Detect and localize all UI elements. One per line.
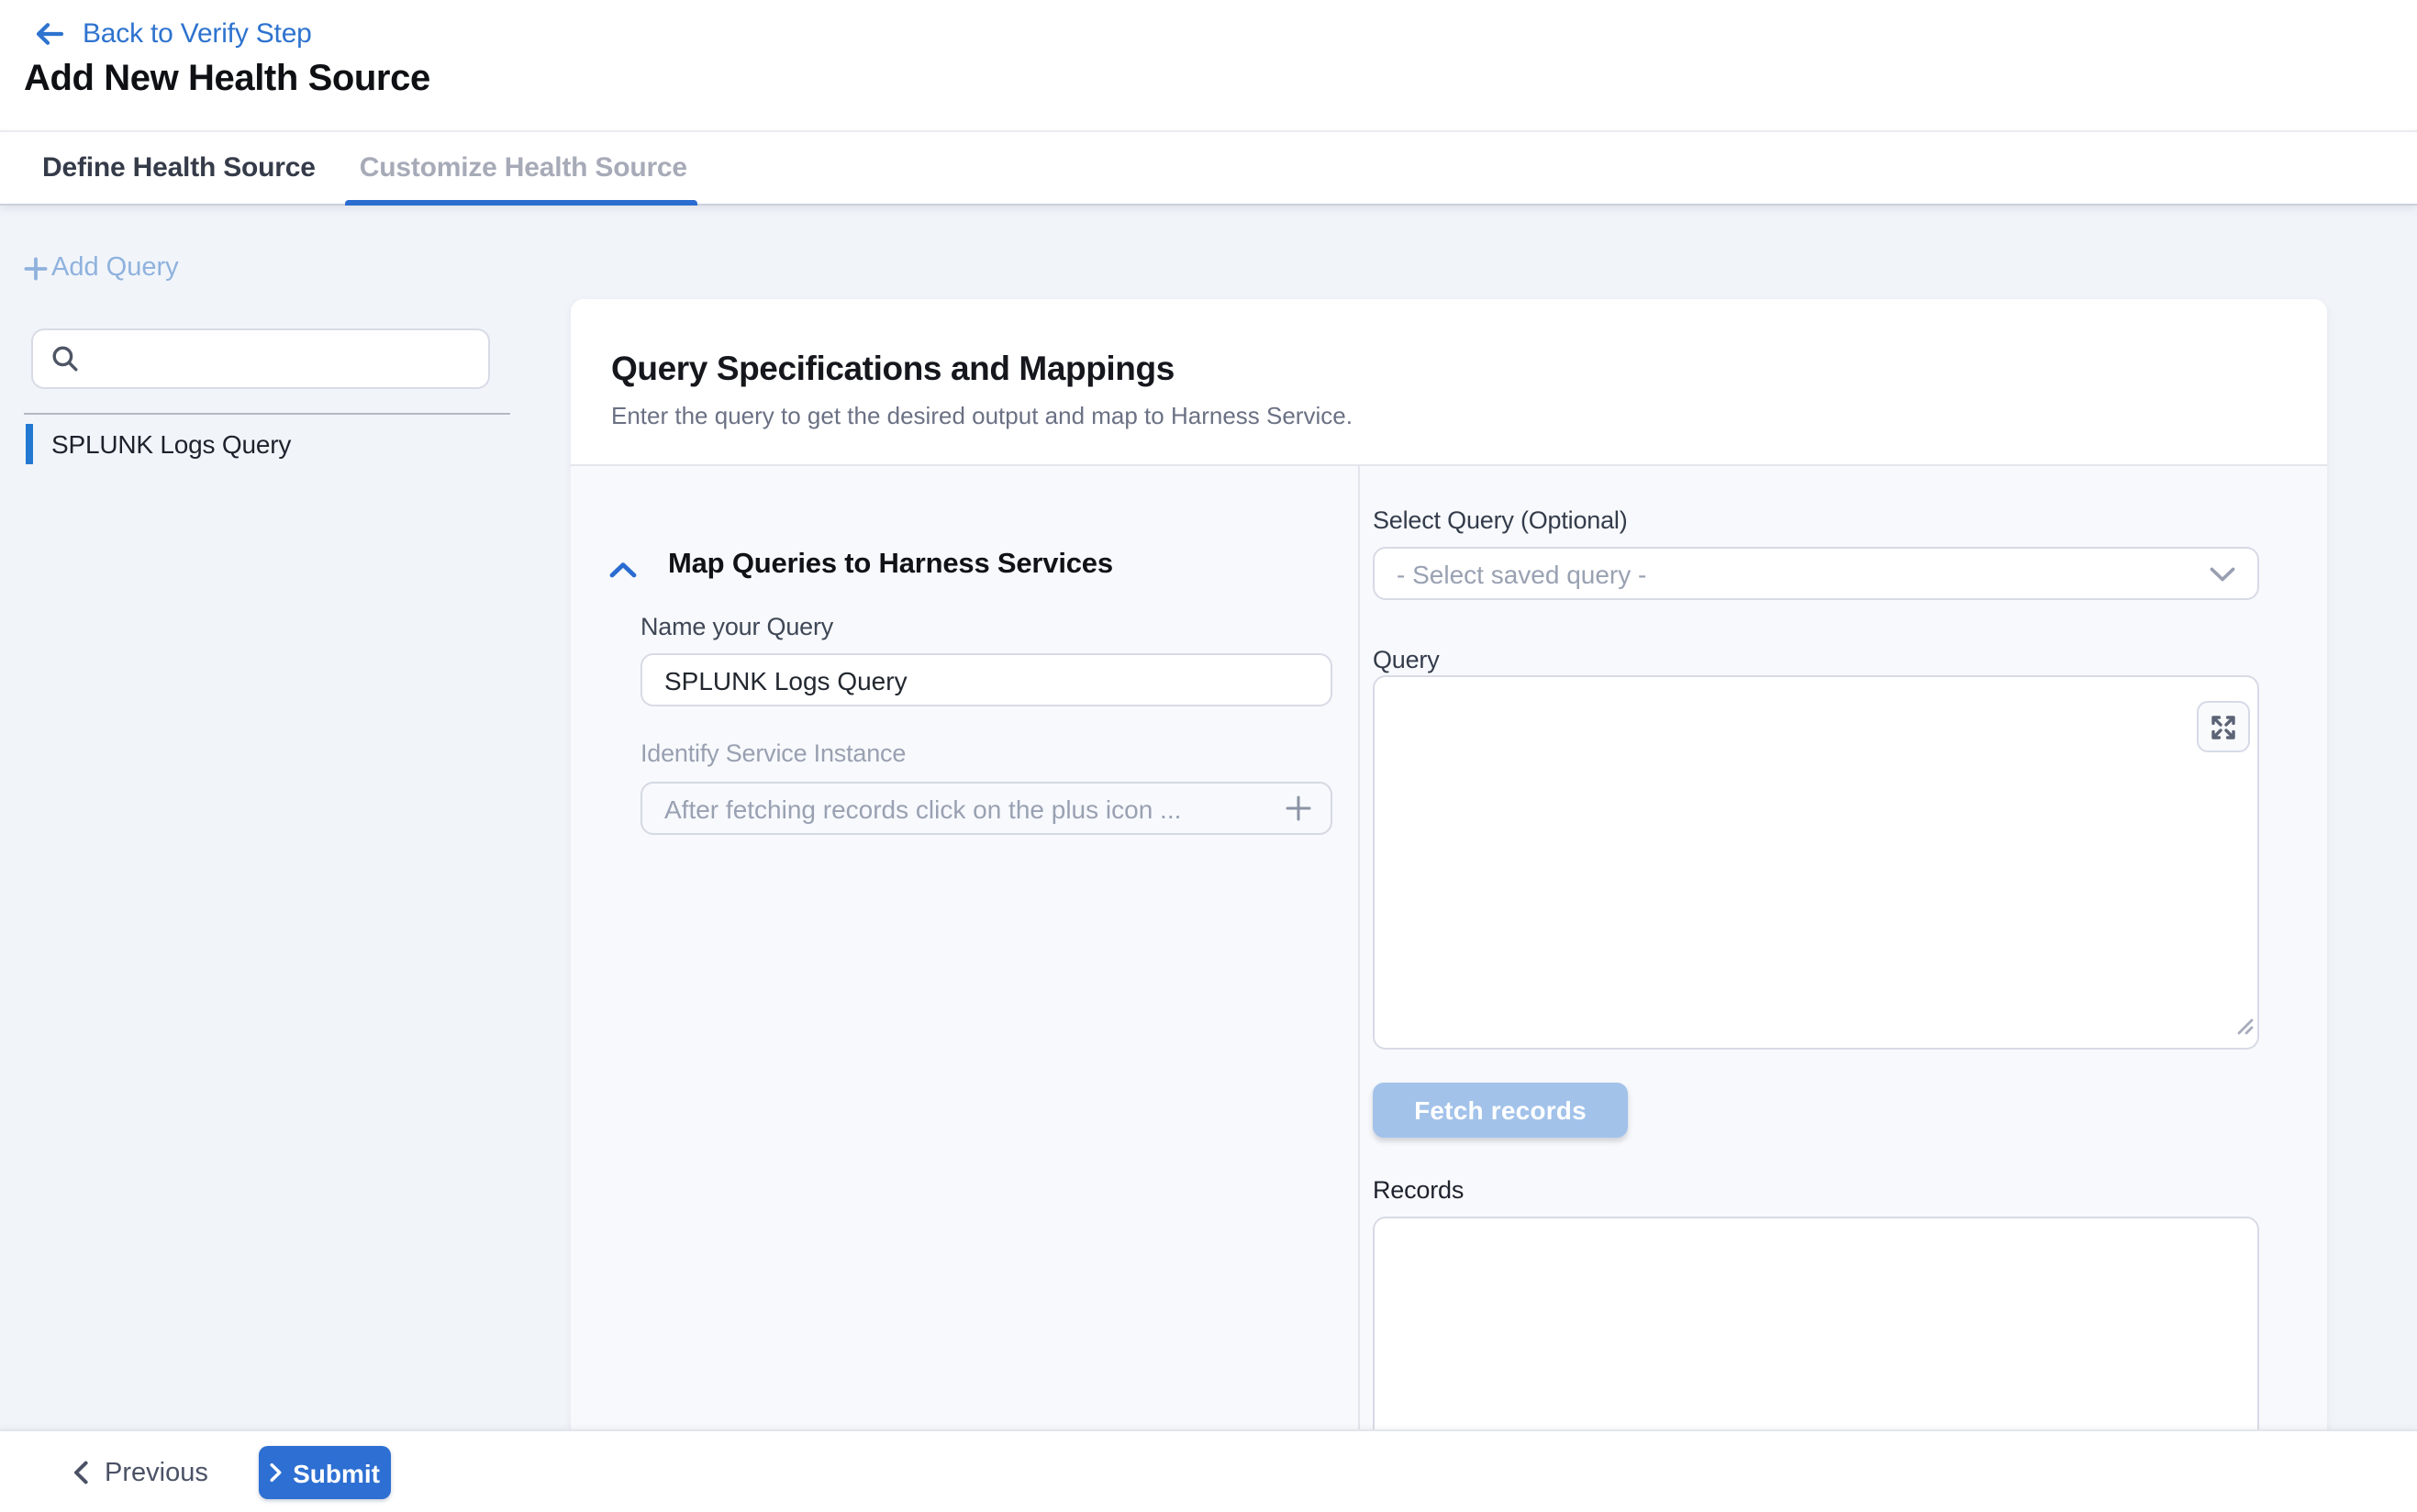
query-item-label: SPLUNK Logs Query [51,429,291,459]
tab-define-health-source[interactable]: Define Health Source [20,132,338,204]
chevron-up-icon[interactable] [609,554,637,587]
plus-icon[interactable] [1285,795,1312,822]
fetch-records-button[interactable]: Fetch records [1373,1083,1628,1138]
submit-button[interactable]: Submit [259,1446,391,1499]
records-label: Records [1373,1176,1464,1204]
expand-query-button[interactable] [2197,701,2250,752]
selected-query-accent-bar [26,424,33,464]
query-textarea[interactable] [1373,675,2259,1050]
tabs: Define Health Source Customize Health So… [0,132,2417,204]
active-tab-indicator [345,200,698,206]
tab-label: Customize Health Source [360,152,687,183]
tab-bar: Define Health Source Customize Health So… [0,130,2417,206]
footer-bar: Previous Submit [0,1429,2417,1512]
back-link[interactable]: Back to Verify Step [35,15,312,51]
chevron-right-icon [270,1462,282,1483]
page-title: Add New Health Source [24,59,430,101]
previous-button-label: Previous [105,1458,208,1487]
add-query-button[interactable]: Add Query [24,253,179,283]
submit-button-label: Submit [293,1458,380,1487]
saved-query-dropdown-value: - Select saved query - [1375,559,2210,588]
add-query-label: Add Query [51,253,179,283]
query-search-box [31,328,490,389]
section-title: Map Queries to Harness Services [668,549,1113,582]
search-input[interactable] [79,330,488,387]
panel-title: Query Specifications and Mappings [611,349,2327,389]
panel-header: Query Specifications and Mappings Enter … [571,299,2327,466]
service-instance-input[interactable] [642,794,1285,823]
service-instance-label: Identify Service Instance [640,739,906,767]
query-specifications-panel: Query Specifications and Mappings Enter … [571,299,2327,1512]
query-label: Query [1373,646,1440,673]
chevron-left-icon [73,1461,88,1484]
name-query-label: Name your Query [640,613,833,640]
screen: Back to Verify Step Add New Health Sourc… [0,0,2417,1512]
mapping-column: Map Queries to Harness Services Name you… [571,466,1360,1512]
query-column: Select Query (Optional) - Select saved q… [1360,466,2327,1512]
previous-button[interactable]: Previous [73,1446,208,1499]
tab-customize-health-source[interactable]: Customize Health Source [338,132,709,204]
add-health-source-page: Back to Verify Step Add New Health Sourc… [0,0,2417,1512]
service-instance-field [640,782,1332,835]
query-name-input[interactable] [640,653,1332,706]
select-query-label: Select Query (Optional) [1373,506,1628,534]
arrow-left-icon [35,21,64,45]
plus-icon [24,256,48,280]
back-link-label: Back to Verify Step [83,17,312,49]
saved-query-dropdown[interactable]: - Select saved query - [1373,547,2259,600]
expand-icon [2210,713,2237,740]
tab-label: Define Health Source [42,152,316,183]
sidebar-divider [24,413,510,415]
query-list-item-splunk-logs-query[interactable]: SPLUNK Logs Query [26,424,291,464]
panel-subtitle: Enter the query to get the desired outpu… [611,402,2327,429]
resize-grip-icon[interactable] [2235,1011,2254,1044]
panel-body: Map Queries to Harness Services Name you… [571,466,2327,1512]
search-icon [51,345,79,372]
top-header: Back to Verify Step Add New Health Sourc… [0,0,2417,130]
chevron-down-icon [2210,566,2235,581]
